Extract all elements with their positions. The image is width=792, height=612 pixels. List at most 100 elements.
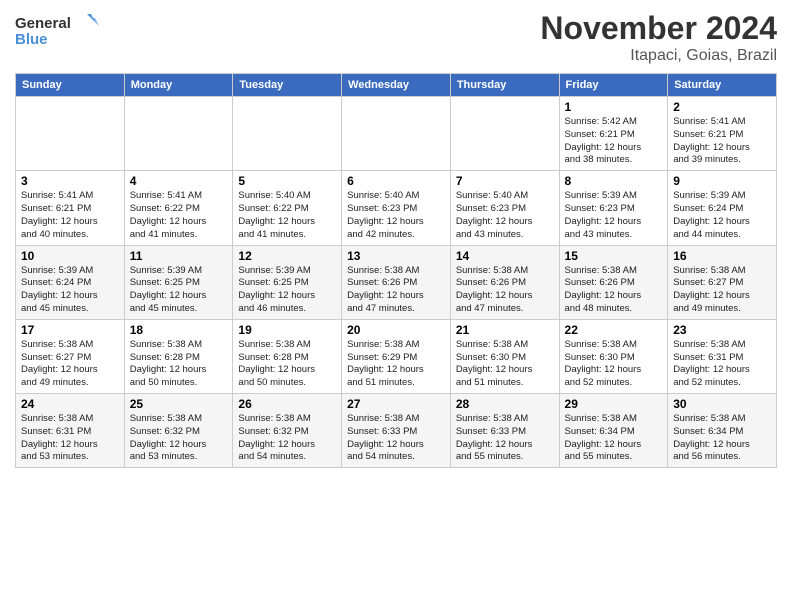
day-info: Sunrise: 5:38 AMSunset: 6:31 PMDaylight:… bbox=[673, 339, 750, 388]
day-number: 29 bbox=[565, 397, 663, 411]
col-tuesday: Tuesday bbox=[233, 74, 342, 97]
day-cell: 3 Sunrise: 5:41 AMSunset: 6:21 PMDaylight… bbox=[16, 171, 125, 245]
svg-text:Blue: Blue bbox=[15, 31, 48, 48]
day-number: 3 bbox=[21, 174, 119, 188]
day-number: 2 bbox=[673, 100, 771, 114]
day-info: Sunrise: 5:38 AMSunset: 6:30 PMDaylight:… bbox=[565, 339, 642, 388]
day-info: Sunrise: 5:41 AMSunset: 6:21 PMDaylight:… bbox=[673, 116, 750, 165]
day-cell: 23 Sunrise: 5:38 AMSunset: 6:31 PMDayligh… bbox=[668, 319, 777, 393]
day-number: 25 bbox=[130, 397, 228, 411]
calendar-table: Sunday Monday Tuesday Wednesday Thursday… bbox=[15, 73, 777, 468]
title-block: November 2024 Itapaci, Goias, Brazil bbox=[540, 10, 777, 65]
day-number: 13 bbox=[347, 249, 445, 263]
day-cell: 27 Sunrise: 5:38 AMSunset: 6:33 PMDayligh… bbox=[342, 394, 451, 468]
day-number: 23 bbox=[673, 323, 771, 337]
day-info: Sunrise: 5:42 AMSunset: 6:21 PMDaylight:… bbox=[565, 116, 642, 165]
day-info: Sunrise: 5:38 AMSunset: 6:28 PMDaylight:… bbox=[130, 339, 207, 388]
day-number: 4 bbox=[130, 174, 228, 188]
day-info: Sunrise: 5:39 AMSunset: 6:23 PMDaylight:… bbox=[565, 190, 642, 239]
day-cell: 17Sunrise: 5:38 AMSunset: 6:27 PMDayligh… bbox=[16, 319, 125, 393]
day-cell: 26 Sunrise: 5:38 AMSunset: 6:32 PMDayligh… bbox=[233, 394, 342, 468]
day-number: 17 bbox=[21, 323, 119, 337]
day-cell: 22 Sunrise: 5:38 AMSunset: 6:30 PMDayligh… bbox=[559, 319, 668, 393]
day-cell: 1 Sunrise: 5:42 AMSunset: 6:21 PMDaylight… bbox=[559, 97, 668, 171]
day-info: Sunrise: 5:38 AMSunset: 6:32 PMDaylight:… bbox=[238, 413, 315, 462]
day-info: Sunrise: 5:38 AMSunset: 6:31 PMDaylight:… bbox=[21, 413, 98, 462]
day-number: 12 bbox=[238, 249, 336, 263]
day-cell: 20 Sunrise: 5:38 AMSunset: 6:29 PMDayligh… bbox=[342, 319, 451, 393]
page-title: November 2024 bbox=[540, 10, 777, 47]
day-info: Sunrise: 5:38 AMSunset: 6:26 PMDaylight:… bbox=[565, 265, 642, 314]
day-cell: 2 Sunrise: 5:41 AMSunset: 6:21 PMDaylight… bbox=[668, 97, 777, 171]
day-cell: 12 Sunrise: 5:39 AMSunset: 6:25 PMDayligh… bbox=[233, 245, 342, 319]
day-cell: 29 Sunrise: 5:38 AMSunset: 6:34 PMDayligh… bbox=[559, 394, 668, 468]
col-sunday: Sunday bbox=[16, 74, 125, 97]
day-number: 24 bbox=[21, 397, 119, 411]
day-cell: 16 Sunrise: 5:38 AMSunset: 6:27 PMDayligh… bbox=[668, 245, 777, 319]
col-friday: Friday bbox=[559, 74, 668, 97]
day-number: 7 bbox=[456, 174, 554, 188]
day-number: 20 bbox=[347, 323, 445, 337]
page-subtitle: Itapaci, Goias, Brazil bbox=[540, 47, 777, 65]
svg-text:General: General bbox=[15, 15, 71, 32]
logo: General Blue bbox=[15, 10, 105, 50]
day-cell: 30Sunrise: 5:38 AMSunset: 6:34 PMDayligh… bbox=[668, 394, 777, 468]
day-cell bbox=[124, 97, 233, 171]
day-cell bbox=[16, 97, 125, 171]
week-row-3: 10 Sunrise: 5:39 AMSunset: 6:24 PMDayligh… bbox=[16, 245, 777, 319]
week-row-2: 3 Sunrise: 5:41 AMSunset: 6:21 PMDaylight… bbox=[16, 171, 777, 245]
day-cell: 19Sunrise: 5:38 AMSunset: 6:28 PMDayligh… bbox=[233, 319, 342, 393]
week-row-1: 1 Sunrise: 5:42 AMSunset: 6:21 PMDaylight… bbox=[16, 97, 777, 171]
day-info: Sunrise: 5:40 AMSunset: 6:22 PMDaylight:… bbox=[238, 190, 315, 239]
day-cell: 18 Sunrise: 5:38 AMSunset: 6:28 PMDayligh… bbox=[124, 319, 233, 393]
day-cell bbox=[342, 97, 451, 171]
day-number: 10 bbox=[21, 249, 119, 263]
day-number: 27 bbox=[347, 397, 445, 411]
week-row-4: 17Sunrise: 5:38 AMSunset: 6:27 PMDayligh… bbox=[16, 319, 777, 393]
day-info: Sunrise: 5:41 AMSunset: 6:21 PMDaylight:… bbox=[21, 190, 98, 239]
day-info: Sunrise: 5:38 AMSunset: 6:33 PMDaylight:… bbox=[456, 413, 533, 462]
day-cell: 24 Sunrise: 5:38 AMSunset: 6:31 PMDayligh… bbox=[16, 394, 125, 468]
day-number: 21 bbox=[456, 323, 554, 337]
day-number: 16 bbox=[673, 249, 771, 263]
col-thursday: Thursday bbox=[450, 74, 559, 97]
day-info: Sunrise: 5:38 AMSunset: 6:34 PMDaylight:… bbox=[565, 413, 642, 462]
day-number: 11 bbox=[130, 249, 228, 263]
week-row-5: 24 Sunrise: 5:38 AMSunset: 6:31 PMDayligh… bbox=[16, 394, 777, 468]
day-cell: 15 Sunrise: 5:38 AMSunset: 6:26 PMDayligh… bbox=[559, 245, 668, 319]
day-cell: 9Sunrise: 5:39 AMSunset: 6:24 PMDaylight… bbox=[668, 171, 777, 245]
day-info: Sunrise: 5:38 AMSunset: 6:29 PMDaylight:… bbox=[347, 339, 424, 388]
day-cell: 21Sunrise: 5:38 AMSunset: 6:30 PMDayligh… bbox=[450, 319, 559, 393]
day-info: Sunrise: 5:38 AMSunset: 6:27 PMDaylight:… bbox=[673, 265, 750, 314]
day-info: Sunrise: 5:38 AMSunset: 6:34 PMDaylight:… bbox=[673, 413, 750, 462]
day-cell bbox=[233, 97, 342, 171]
day-info: Sunrise: 5:39 AMSunset: 6:25 PMDaylight:… bbox=[130, 265, 207, 314]
day-cell: 8Sunrise: 5:39 AMSunset: 6:23 PMDaylight… bbox=[559, 171, 668, 245]
col-monday: Monday bbox=[124, 74, 233, 97]
day-number: 14 bbox=[456, 249, 554, 263]
day-number: 5 bbox=[238, 174, 336, 188]
day-number: 15 bbox=[565, 249, 663, 263]
day-info: Sunrise: 5:38 AMSunset: 6:33 PMDaylight:… bbox=[347, 413, 424, 462]
day-cell: 5 Sunrise: 5:40 AMSunset: 6:22 PMDaylight… bbox=[233, 171, 342, 245]
day-info: Sunrise: 5:38 AMSunset: 6:32 PMDaylight:… bbox=[130, 413, 207, 462]
day-info: Sunrise: 5:41 AMSunset: 6:22 PMDaylight:… bbox=[130, 190, 207, 239]
header: General Blue November 2024 Itapaci, Goia… bbox=[15, 10, 777, 65]
day-cell: 14Sunrise: 5:38 AMSunset: 6:26 PMDayligh… bbox=[450, 245, 559, 319]
day-number: 6 bbox=[347, 174, 445, 188]
day-number: 26 bbox=[238, 397, 336, 411]
day-cell: 7 Sunrise: 5:40 AMSunset: 6:23 PMDaylight… bbox=[450, 171, 559, 245]
day-cell: 11 Sunrise: 5:39 AMSunset: 6:25 PMDayligh… bbox=[124, 245, 233, 319]
col-wednesday: Wednesday bbox=[342, 74, 451, 97]
day-number: 1 bbox=[565, 100, 663, 114]
day-info: Sunrise: 5:39 AMSunset: 6:25 PMDaylight:… bbox=[238, 265, 315, 314]
day-cell: 28Sunrise: 5:38 AMSunset: 6:33 PMDayligh… bbox=[450, 394, 559, 468]
day-number: 19 bbox=[238, 323, 336, 337]
day-number: 18 bbox=[130, 323, 228, 337]
day-number: 22 bbox=[565, 323, 663, 337]
day-info: Sunrise: 5:40 AMSunset: 6:23 PMDaylight:… bbox=[456, 190, 533, 239]
header-row: Sunday Monday Tuesday Wednesday Thursday… bbox=[16, 74, 777, 97]
day-info: Sunrise: 5:39 AMSunset: 6:24 PMDaylight:… bbox=[21, 265, 98, 314]
day-cell: 13Sunrise: 5:38 AMSunset: 6:26 PMDayligh… bbox=[342, 245, 451, 319]
day-cell: 4 Sunrise: 5:41 AMSunset: 6:22 PMDaylight… bbox=[124, 171, 233, 245]
